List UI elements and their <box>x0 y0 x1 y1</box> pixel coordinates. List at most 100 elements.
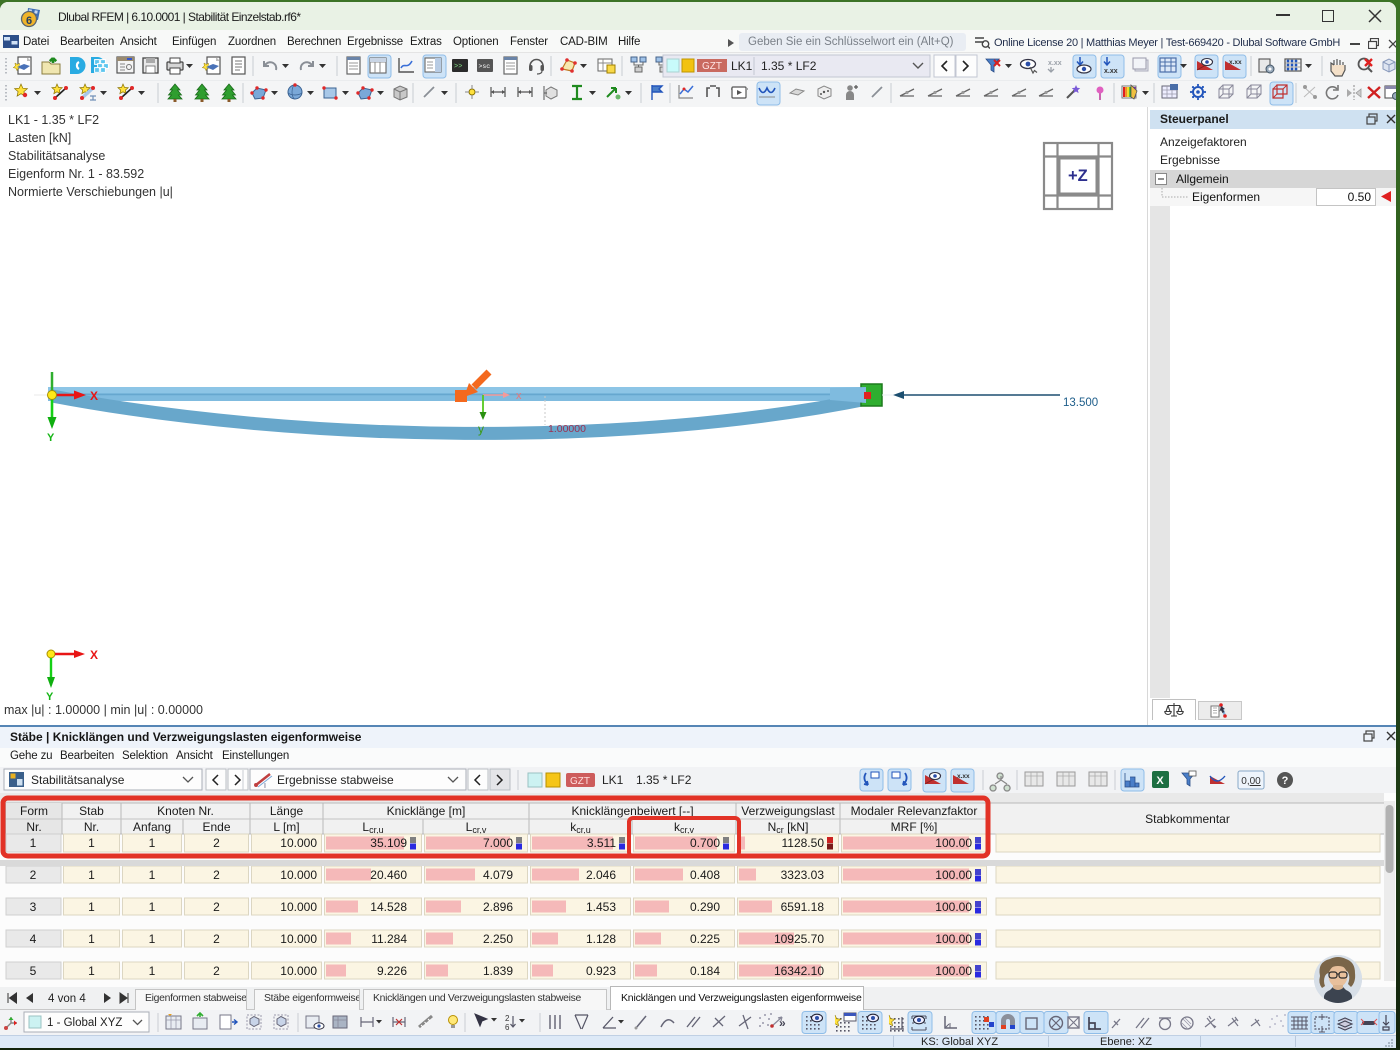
svg-text:1: 1 <box>88 932 95 946</box>
svg-text:0,00: 0,00 <box>1241 776 1261 787</box>
svg-text:1: 1 <box>149 932 156 946</box>
svg-text:Ncr [kN]: Ncr [kN] <box>768 820 809 835</box>
svg-text:1: 1 <box>88 836 95 850</box>
svg-text:11.284: 11.284 <box>371 932 407 946</box>
svg-text:Y: Y <box>46 691 54 703</box>
svg-text:»: » <box>779 1016 786 1030</box>
svg-text:Nr.: Nr. <box>26 820 41 834</box>
svg-text:14.528: 14.528 <box>370 900 407 914</box>
svg-text:10.000: 10.000 <box>280 836 317 850</box>
svg-text:10925.70: 10925.70 <box>774 932 824 946</box>
svg-text:Y: Y <box>47 432 55 444</box>
svg-text:0.408: 0.408 <box>690 868 720 882</box>
svg-text:x.xx: x.xx <box>1104 68 1118 75</box>
svg-text:0.290: 0.290 <box>690 900 720 914</box>
svg-text:?: ? <box>1282 775 1289 787</box>
svg-text:7.000: 7.000 <box>483 836 513 850</box>
svg-text:1.35 * LF2: 1.35 * LF2 <box>636 773 692 787</box>
svg-text:1: 1 <box>149 836 156 850</box>
svg-text:Knicklänge [m]: Knicklänge [m] <box>387 804 466 818</box>
svg-text:X: X <box>90 648 98 662</box>
svg-text:0.700: 0.700 <box>690 836 720 850</box>
svg-text:10.000: 10.000 <box>280 964 317 978</box>
svg-text:Verzweigungslast: Verzweigungslast <box>741 804 835 818</box>
svg-text:1.00000: 1.00000 <box>548 423 586 435</box>
svg-text:2: 2 <box>213 836 220 850</box>
svg-text:13.500: 13.500 <box>1063 397 1098 409</box>
svg-text:1128.50: 1128.50 <box>782 836 825 850</box>
svg-text:Stabkommentar: Stabkommentar <box>1145 812 1230 826</box>
svg-text:MRF [%]: MRF [%] <box>891 820 938 834</box>
svg-text:I: I <box>264 783 266 790</box>
svg-text:6: 6 <box>26 15 32 27</box>
svg-text:100.00: 100.00 <box>935 836 972 850</box>
svg-text:1.128: 1.128 <box>586 932 616 946</box>
svg-text:10.000: 10.000 <box>280 932 317 946</box>
svg-text:1: 1 <box>30 836 37 850</box>
svg-text:GZT: GZT <box>570 776 590 787</box>
svg-text:100.00: 100.00 <box>935 868 972 882</box>
svg-text:6591.18: 6591.18 <box>781 900 825 914</box>
svg-text:1: 1 <box>149 868 156 882</box>
svg-text:Form: Form <box>20 804 48 818</box>
svg-text:9.226: 9.226 <box>377 964 407 978</box>
svg-text:1 - Global XYZ: 1 - Global XYZ <box>47 1017 122 1029</box>
svg-text:LK1: LK1 <box>602 773 624 787</box>
svg-text:1: 1 <box>149 900 156 914</box>
svg-text:4 von 4: 4 von 4 <box>48 993 86 1005</box>
svg-text:0.184: 0.184 <box>690 964 720 978</box>
svg-text:2.896: 2.896 <box>483 900 513 914</box>
svg-text:10.000: 10.000 <box>280 900 317 914</box>
svg-text:0.225: 0.225 <box>690 932 720 946</box>
svg-text:2: 2 <box>213 932 220 946</box>
svg-text:Anfang: Anfang <box>133 820 171 834</box>
svg-text:x.xx: x.xx <box>1048 60 1062 67</box>
svg-text:Ergebnisse stabweise: Ergebnisse stabweise <box>277 773 394 787</box>
svg-text:2: 2 <box>30 868 37 882</box>
svg-text:16342.10: 16342.10 <box>774 964 824 978</box>
svg-text:2: 2 <box>505 1014 510 1023</box>
svg-text:X: X <box>1156 775 1164 787</box>
svg-text:Nr.: Nr. <box>84 820 99 834</box>
svg-text:x: x <box>516 390 522 402</box>
svg-text:Knoten Nr.: Knoten Nr. <box>157 804 214 818</box>
svg-text:1.35 * LF2: 1.35 * LF2 <box>761 59 817 73</box>
svg-text:Ende: Ende <box>202 820 230 834</box>
svg-text:Stabilitätsanalyse: Stabilitätsanalyse <box>31 773 125 787</box>
svg-text:2.046: 2.046 <box>586 868 616 882</box>
svg-text:Knicklängenbeiwert [--]: Knicklängenbeiwert [--] <box>571 804 693 818</box>
svg-text:1: 1 <box>88 964 95 978</box>
svg-text:3.511: 3.511 <box>587 836 616 850</box>
svg-text:1: 1 <box>88 868 95 882</box>
svg-text:GZT: GZT <box>702 61 722 72</box>
svg-text:100.00: 100.00 <box>935 932 972 946</box>
svg-text:Modaler Relevanzfaktor: Modaler Relevanzfaktor <box>851 804 978 818</box>
svg-text:2: 2 <box>213 964 220 978</box>
svg-text:x.xx: x.xx <box>1229 59 1242 66</box>
svg-text:1.839: 1.839 <box>483 964 513 978</box>
svg-text:3323.03: 3323.03 <box>781 868 825 882</box>
svg-text:4: 4 <box>30 932 37 946</box>
svg-text:X: X <box>90 389 98 403</box>
svg-text:35.109: 35.109 <box>370 836 407 850</box>
svg-text:>>: >> <box>454 63 462 71</box>
svg-text:2: 2 <box>213 868 220 882</box>
svg-text:5: 5 <box>30 964 37 978</box>
svg-text:L [m]: L [m] <box>273 820 299 834</box>
svg-text:>sc: >sc <box>479 63 491 70</box>
svg-text:2: 2 <box>213 900 220 914</box>
svg-text:20.460: 20.460 <box>370 868 407 882</box>
svg-text:2.250: 2.250 <box>483 932 513 946</box>
svg-text:Stab: Stab <box>79 804 104 818</box>
svg-text:10.000: 10.000 <box>280 868 317 882</box>
svg-text:100.00: 100.00 <box>935 900 972 914</box>
svg-text:y: y <box>478 422 484 436</box>
svg-text:0.923: 0.923 <box>586 964 616 978</box>
svg-text:Länge: Länge <box>270 804 304 818</box>
svg-text:1.453: 1.453 <box>586 900 616 914</box>
svg-text:LK1: LK1 <box>731 59 753 73</box>
svg-text:4.079: 4.079 <box>483 868 513 882</box>
svg-text:3: 3 <box>30 900 37 914</box>
svg-text:100.00: 100.00 <box>935 964 972 978</box>
svg-text:6: 6 <box>505 1023 510 1032</box>
